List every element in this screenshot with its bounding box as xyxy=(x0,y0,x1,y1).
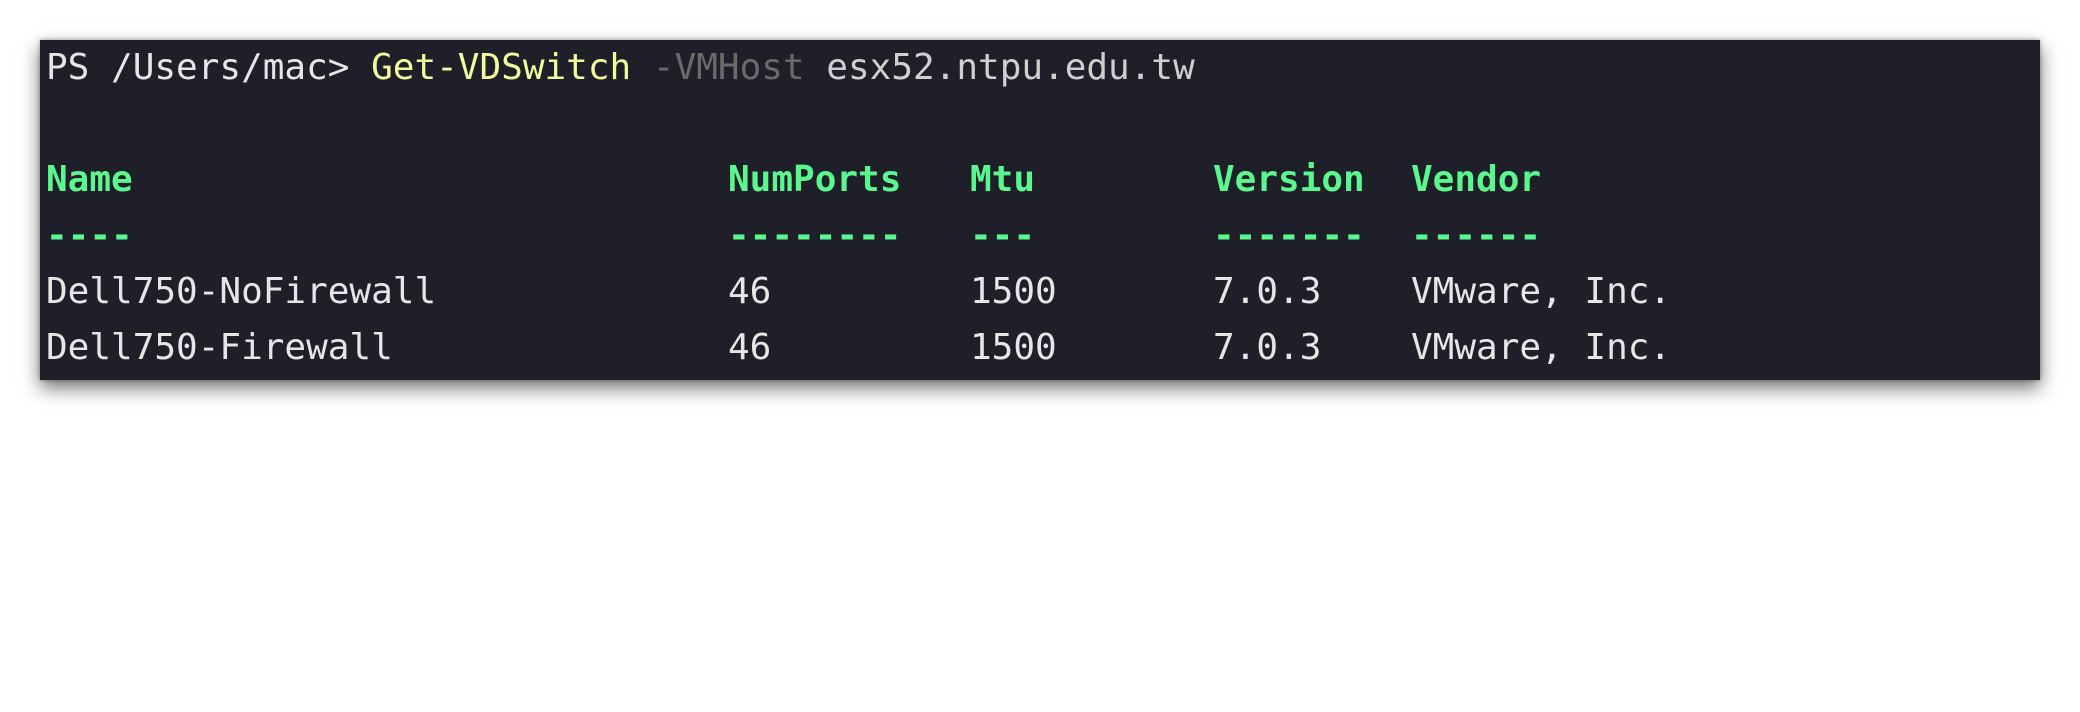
cmdlet-name: Get-VDSwitch xyxy=(371,47,632,88)
cell-name: Dell750-NoFirewall xyxy=(46,271,437,312)
cell-version: 7.0.3 xyxy=(1213,271,1322,312)
parameter-name: -VMHost xyxy=(652,47,805,88)
separator-mtu: --- xyxy=(970,215,1036,256)
table-separator-row: ---- -------- --- ------- ------ xyxy=(46,208,1541,264)
table-header-row: Name NumPorts Mtu Version Vendor xyxy=(46,152,1541,208)
separator-version: ------- xyxy=(1213,215,1365,256)
cell-mtu: 1500 xyxy=(970,271,1057,312)
cell-numports: 46 xyxy=(728,271,772,312)
cell-mtu: 1500 xyxy=(970,327,1057,368)
table-row: Dell750-Firewall 46 1500 7.0.3 VMware, I… xyxy=(46,320,1671,376)
cell-version: 7.0.3 xyxy=(1213,327,1322,368)
command-line: PS /Users/mac> Get-VDSwitch -VMHost esx5… xyxy=(46,40,1195,96)
column-header-numports: NumPorts xyxy=(728,159,902,200)
column-header-mtu: Mtu xyxy=(970,159,1036,200)
column-header-version: Version xyxy=(1213,159,1365,200)
table-row: Dell750-NoFirewall 46 1500 7.0.3 VMware,… xyxy=(46,264,1671,320)
separator-name: ---- xyxy=(46,215,133,256)
cell-numports: 46 xyxy=(728,327,772,368)
separator-vendor: ------ xyxy=(1411,215,1542,256)
column-header-vendor: Vendor xyxy=(1411,159,1542,200)
shell-prompt: PS /Users/mac> xyxy=(46,47,372,88)
cell-vendor: VMware, Inc. xyxy=(1411,271,1672,312)
column-header-name: Name xyxy=(46,159,133,200)
terminal-window[interactable]: PS /Users/mac> Get-VDSwitch -VMHost esx5… xyxy=(40,40,2040,380)
cell-vendor: VMware, Inc. xyxy=(1411,327,1672,368)
cell-name: Dell750-Firewall xyxy=(46,327,393,368)
separator-numports: -------- xyxy=(728,215,902,256)
parameter-value: esx52.ntpu.edu.tw xyxy=(826,47,1195,88)
